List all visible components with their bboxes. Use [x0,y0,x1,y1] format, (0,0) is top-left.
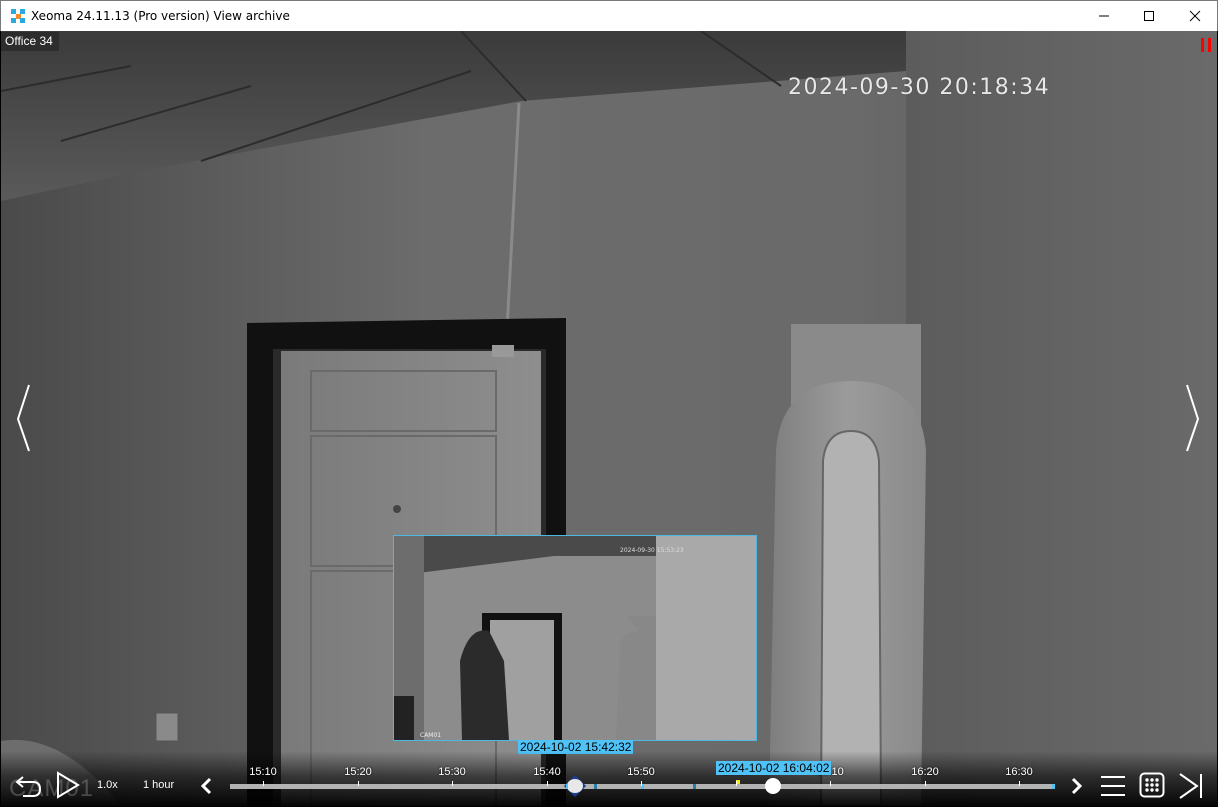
chevron-left-large-icon[interactable] [15,383,35,453]
speed-selector[interactable]: 1.0x [97,779,118,791]
timeline-tick [641,781,642,786]
timeline-tick-label: 15:20 [344,766,372,778]
minimize-button[interactable] [1081,1,1127,31]
timeline-tick [547,781,548,786]
timeline-tick [830,781,831,786]
timeline-tick [925,781,926,786]
osd-timestamp: 2024-09-30 20:18:34 [788,75,1051,100]
timeline-tick [736,781,737,786]
xeoma-app-icon [11,9,25,23]
preview-osd-label: CAM01 [420,732,441,739]
preview-frame: 2024-09-30 15:53:23 CAM01 [394,536,756,740]
timeline-tick-label: 15:10 [249,766,277,778]
hover-cursor-handle[interactable] [765,778,781,794]
skip-to-end-icon[interactable] [1177,772,1205,800]
playhead-handle[interactable] [564,775,586,797]
minimize-icon [1099,15,1109,17]
chevron-left-icon[interactable] [199,777,213,795]
timeline-tick [1019,781,1020,786]
timeline-tick [263,781,264,786]
timeline-tick-label: 15:30 [438,766,466,778]
playback-controls: CAM01 1.0x 1 hour 15:10 15:20 15:30 15:40 15… [1,751,1217,806]
recording-segment [594,784,597,789]
grid-layout-icon[interactable] [1139,772,1165,798]
recording-segment [1052,784,1055,789]
timeline-tick [358,781,359,786]
timeline-tick-label: 15:40 [533,766,561,778]
archive-preview-thumbnail[interactable]: 2024-09-30 15:53:23 CAM01 [393,535,757,741]
timeline-tick [452,781,453,786]
maximize-icon [1144,11,1154,21]
camera-name-label: Office 34 [1,32,59,51]
pause-icon[interactable] [1201,38,1211,52]
chevron-right-icon[interactable] [1070,777,1084,795]
recording-segment [693,784,696,789]
menu-icon[interactable] [1100,773,1126,799]
timeline-tick-label: 16:20 [911,766,939,778]
title-bar: Xeoma 24.11.13 (Pro version) View archiv… [0,0,1218,31]
svg-text:2024-09-30 15:53:23: 2024-09-30 15:53:23 [620,547,684,554]
replay-icon[interactable] [15,773,43,799]
timeline-tick-label: 16:30 [1005,766,1033,778]
camera-video-view[interactable]: Office 34 2024-09-30 20:18:34 2024-09-30… [1,31,1217,806]
play-icon[interactable] [55,771,81,799]
hover-timestamp: 2024-10-02 16:04:02 [716,761,832,775]
timeline-tick-label: 15:50 [627,766,655,778]
close-icon [1189,10,1201,22]
maximize-button[interactable] [1126,1,1172,31]
chevron-right-large-icon[interactable] [1183,383,1203,453]
close-button[interactable] [1172,1,1218,31]
timeline-scale-selector[interactable]: 1 hour [143,779,174,791]
window-title: Xeoma 24.11.13 (Pro version) View archiv… [31,9,290,23]
